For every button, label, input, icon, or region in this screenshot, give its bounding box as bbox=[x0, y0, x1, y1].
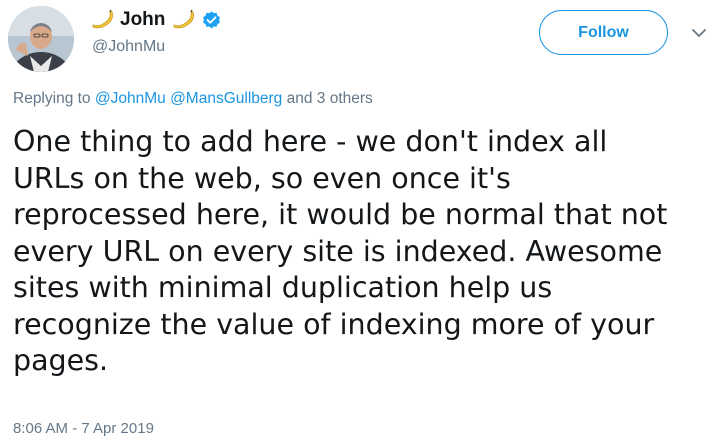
avatar-photo bbox=[8, 6, 74, 72]
reply-prefix: Replying to bbox=[13, 90, 91, 107]
tweet-text-line: pages. bbox=[13, 344, 109, 377]
chevron-down-icon[interactable] bbox=[690, 26, 708, 40]
tweet-text-line: recognize the value of indexing more of … bbox=[13, 307, 655, 341]
follow-button[interactable]: Follow bbox=[539, 10, 668, 55]
tweet-text-line: URLs on the web, so even once it's bbox=[13, 161, 511, 195]
reply-others[interactable]: and 3 others bbox=[287, 90, 373, 107]
mention-link[interactable]: @MansGullberg bbox=[170, 90, 282, 107]
tweet-text-line: every URL on every site is indexed. Awes… bbox=[13, 234, 663, 268]
follow-button-label: Follow bbox=[578, 23, 629, 41]
banana-icon bbox=[92, 9, 113, 29]
tweet-timestamp[interactable]: 8:06 AM - 7 Apr 2019 bbox=[13, 420, 154, 437]
verified-badge-icon bbox=[203, 10, 221, 28]
name-row: John bbox=[90, 6, 222, 34]
tweet-text-line: One thing to add here - we don't index a… bbox=[13, 125, 608, 158]
avatar[interactable] bbox=[8, 6, 74, 72]
user-handle[interactable]: @JohnMu bbox=[92, 38, 165, 56]
mention-link[interactable]: @JohnMu bbox=[95, 90, 166, 107]
reply-context: Replying to @JohnMu @MansGullberg and 3 … bbox=[13, 90, 373, 108]
display-name[interactable]: John bbox=[120, 9, 165, 31]
tweet-text: One thing to add here - we don't index a… bbox=[13, 124, 713, 380]
banana-icon bbox=[173, 9, 195, 29]
tweet-card: John @JohnMu Follow Replying to @JohnMu … bbox=[0, 0, 723, 448]
tweet-text-line: reprocessed here, it would be normal tha… bbox=[13, 198, 668, 231]
tweet-text-line: sites with minimal duplication help us bbox=[13, 271, 553, 304]
